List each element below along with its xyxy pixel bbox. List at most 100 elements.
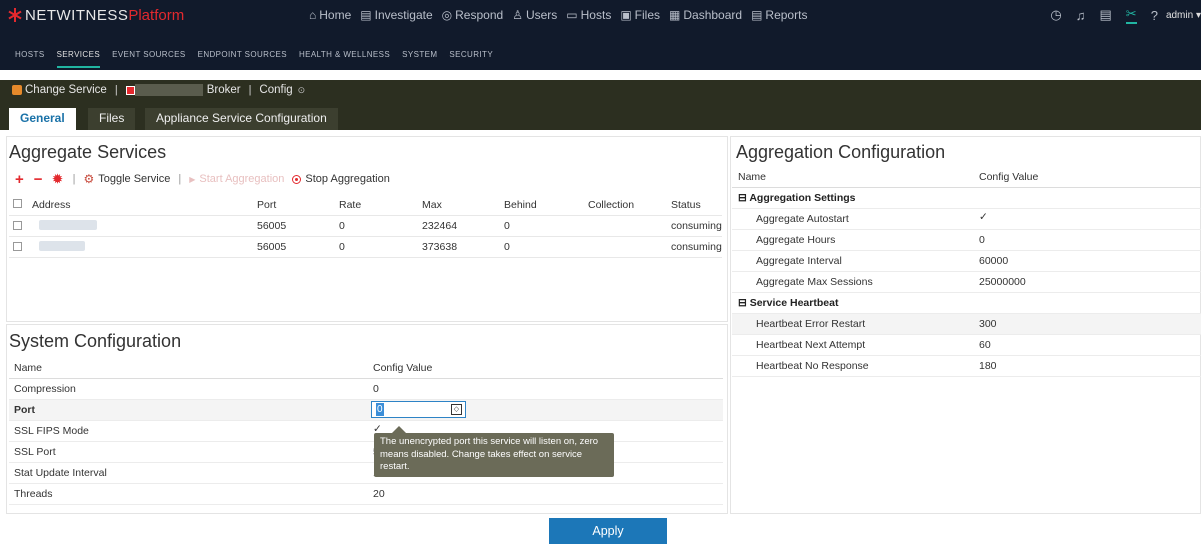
tab-appliance-service-configuration[interactable]: Appliance Service Configuration <box>145 108 338 130</box>
bell-icon[interactable]: ♫ <box>1076 8 1086 23</box>
view-selector[interactable]: Config ⊙ <box>259 84 305 96</box>
select-all-checkbox[interactable] <box>13 199 22 208</box>
config-row-compression[interactable]: Compression 0 <box>9 379 723 400</box>
aggregate-autostart-checkbox[interactable]: ✓ <box>979 211 988 223</box>
group-aggregation-settings[interactable]: ⊟ Aggregation Settings <box>732 188 1201 209</box>
config-row-stat-update-interval[interactable]: Stat Update Interval 1000 <box>9 463 723 484</box>
tab-general[interactable]: General <box>9 108 76 130</box>
nav-files[interactable]: ▣ Files <box>620 8 660 22</box>
behind-cell: 0 <box>504 241 510 253</box>
table-row[interactable]: 56005 0 232464 0 consuming <box>9 216 722 237</box>
logo-suffix: Platform <box>128 6 185 24</box>
config-row-ssl-port[interactable]: SSL Port 5 <box>9 442 723 463</box>
service-selector[interactable]: Broker <box>125 84 241 96</box>
column-config-value: Config Value <box>979 171 1039 183</box>
config-row-aggregate-max-sessions[interactable]: Aggregate Max Sessions 25000000 <box>732 272 1201 293</box>
logo-text: NETWITNESS <box>25 6 129 24</box>
row-checkbox[interactable] <box>13 242 22 251</box>
admin-tools-icon[interactable]: ✂ <box>1125 6 1137 24</box>
start-aggregation-button[interactable]: ▶ Start Aggregation <box>189 173 284 185</box>
aggregate-services-title: Aggregate Services <box>9 142 167 162</box>
collapse-icon[interactable]: ⊟ <box>738 297 750 309</box>
status-cell: consuming <box>671 220 722 232</box>
max-cell: 232464 <box>422 220 458 232</box>
subnav-event-sources[interactable]: EVENT SOURCES <box>112 48 186 68</box>
system-configuration-title: System Configuration <box>9 331 182 351</box>
tooltip-arrow <box>392 426 406 433</box>
dashboard-icon: ▦ <box>669 8 681 22</box>
column-name: Name <box>14 362 43 374</box>
nav-investigate[interactable]: ▤ Investigate <box>360 8 432 22</box>
column-collection[interactable]: Collection <box>588 199 634 211</box>
toggle-service-button[interactable]: ⚙ Toggle Service <box>83 172 170 186</box>
config-row-ssl-fips-mode[interactable]: SSL FIPS Mode ✓ <box>9 421 723 442</box>
admin-sub-nav: HOSTS SERVICES EVENT SOURCES ENDPOINT SO… <box>0 44 1201 70</box>
netwitness-logo[interactable]: NETWITNESS Platform <box>8 4 184 26</box>
subnav-system[interactable]: SYSTEM <box>402 48 437 68</box>
nav-hosts[interactable]: ▭ Hosts <box>566 8 611 22</box>
toggle-service-icon: ⚙ <box>83 172 95 186</box>
config-row-aggregate-interval[interactable]: Aggregate Interval 60000 <box>732 251 1201 272</box>
users-icon: ♙ <box>512 8 523 22</box>
change-service-button[interactable]: Change Service <box>12 84 107 96</box>
apply-button[interactable]: Apply <box>549 518 667 544</box>
nav-home[interactable]: ⌂ Home <box>309 8 351 22</box>
column-address[interactable]: Address <box>32 199 71 211</box>
config-row-heartbeat-error-restart[interactable]: Heartbeat Error Restart 300 <box>732 314 1201 335</box>
subnav-security[interactable]: SECURITY <box>449 48 493 68</box>
table-row[interactable]: 56005 0 373638 0 consuming <box>9 237 722 258</box>
group-service-heartbeat[interactable]: ⊟ Service Heartbeat <box>732 293 1201 314</box>
config-row-port[interactable]: Port 0 ◇ <box>9 400 723 421</box>
settings-icon[interactable]: ✹ <box>53 172 63 186</box>
behind-cell: 0 <box>504 220 510 232</box>
subnav-hosts[interactable]: HOSTS <box>15 48 45 68</box>
separator: | <box>114 84 118 96</box>
remove-service-icon[interactable]: − <box>34 172 43 187</box>
spinner-icon[interactable]: ◇ <box>451 404 462 415</box>
config-row-heartbeat-next-attempt[interactable]: Heartbeat Next Attempt 60 <box>732 335 1201 356</box>
status-cell: consuming <box>671 241 722 253</box>
aggregation-configuration-header-row: Name Config Value <box>732 167 1201 188</box>
port-tooltip: The unencrypted port this service will l… <box>374 433 614 477</box>
timer-icon[interactable]: ◷ <box>1050 7 1061 23</box>
files-icon: ▣ <box>620 8 632 22</box>
netwitness-logo-icon <box>8 8 22 22</box>
column-status[interactable]: Status <box>671 199 701 211</box>
view-name: Config <box>259 84 293 96</box>
column-config-value: Config Value <box>373 362 433 374</box>
main-nav: ⌂ Home ▤ Investigate ◎ Respond ♙ Users ▭ Host… <box>309 6 816 24</box>
subnav-health-wellness[interactable]: HEALTH & WELLNESS <box>299 48 390 68</box>
port-cell: 56005 <box>257 241 287 253</box>
column-behind[interactable]: Behind <box>504 199 537 211</box>
stop-aggregation-button[interactable]: Stop Aggregation <box>292 173 390 185</box>
rate-cell: 0 <box>339 220 345 232</box>
stop-icon <box>292 174 302 184</box>
hosts-icon: ▭ <box>566 8 578 22</box>
collapse-icon[interactable]: ⊟ <box>738 192 749 204</box>
config-row-threads[interactable]: Threads 20 <box>9 484 723 505</box>
add-service-icon[interactable]: + <box>15 172 24 187</box>
config-row-aggregate-autostart[interactable]: Aggregate Autostart ✓ <box>732 209 1201 230</box>
subnav-endpoint-sources[interactable]: ENDPOINT SOURCES <box>198 48 287 68</box>
notes-icon[interactable]: ▤ <box>1100 7 1112 23</box>
column-max[interactable]: Max <box>422 199 442 211</box>
redacted-address <box>39 241 85 251</box>
subnav-services[interactable]: SERVICES <box>56 48 101 68</box>
port-input-value: 0 <box>376 403 384 416</box>
reports-icon: ▤ <box>751 8 763 22</box>
tab-files[interactable]: Files <box>88 108 136 130</box>
nav-users[interactable]: ♙ Users <box>512 8 557 22</box>
column-port[interactable]: Port <box>257 199 276 211</box>
column-name: Name <box>738 171 767 183</box>
nav-reports[interactable]: ▤ Reports <box>751 8 807 22</box>
nav-dashboard[interactable]: ▦ Dashboard <box>669 8 742 22</box>
column-rate[interactable]: Rate <box>339 199 361 211</box>
config-row-aggregate-hours[interactable]: Aggregate Hours 0 <box>732 230 1201 251</box>
help-icon[interactable]: ? <box>1151 8 1158 23</box>
user-menu[interactable]: admin ▾ <box>1166 10 1201 21</box>
row-checkbox[interactable] <box>13 221 22 230</box>
nav-respond[interactable]: ◎ Respond <box>442 8 504 22</box>
port-input[interactable]: 0 ◇ <box>371 401 466 418</box>
separator: | <box>248 84 252 96</box>
config-row-heartbeat-no-response[interactable]: Heartbeat No Response 180 <box>732 356 1201 377</box>
